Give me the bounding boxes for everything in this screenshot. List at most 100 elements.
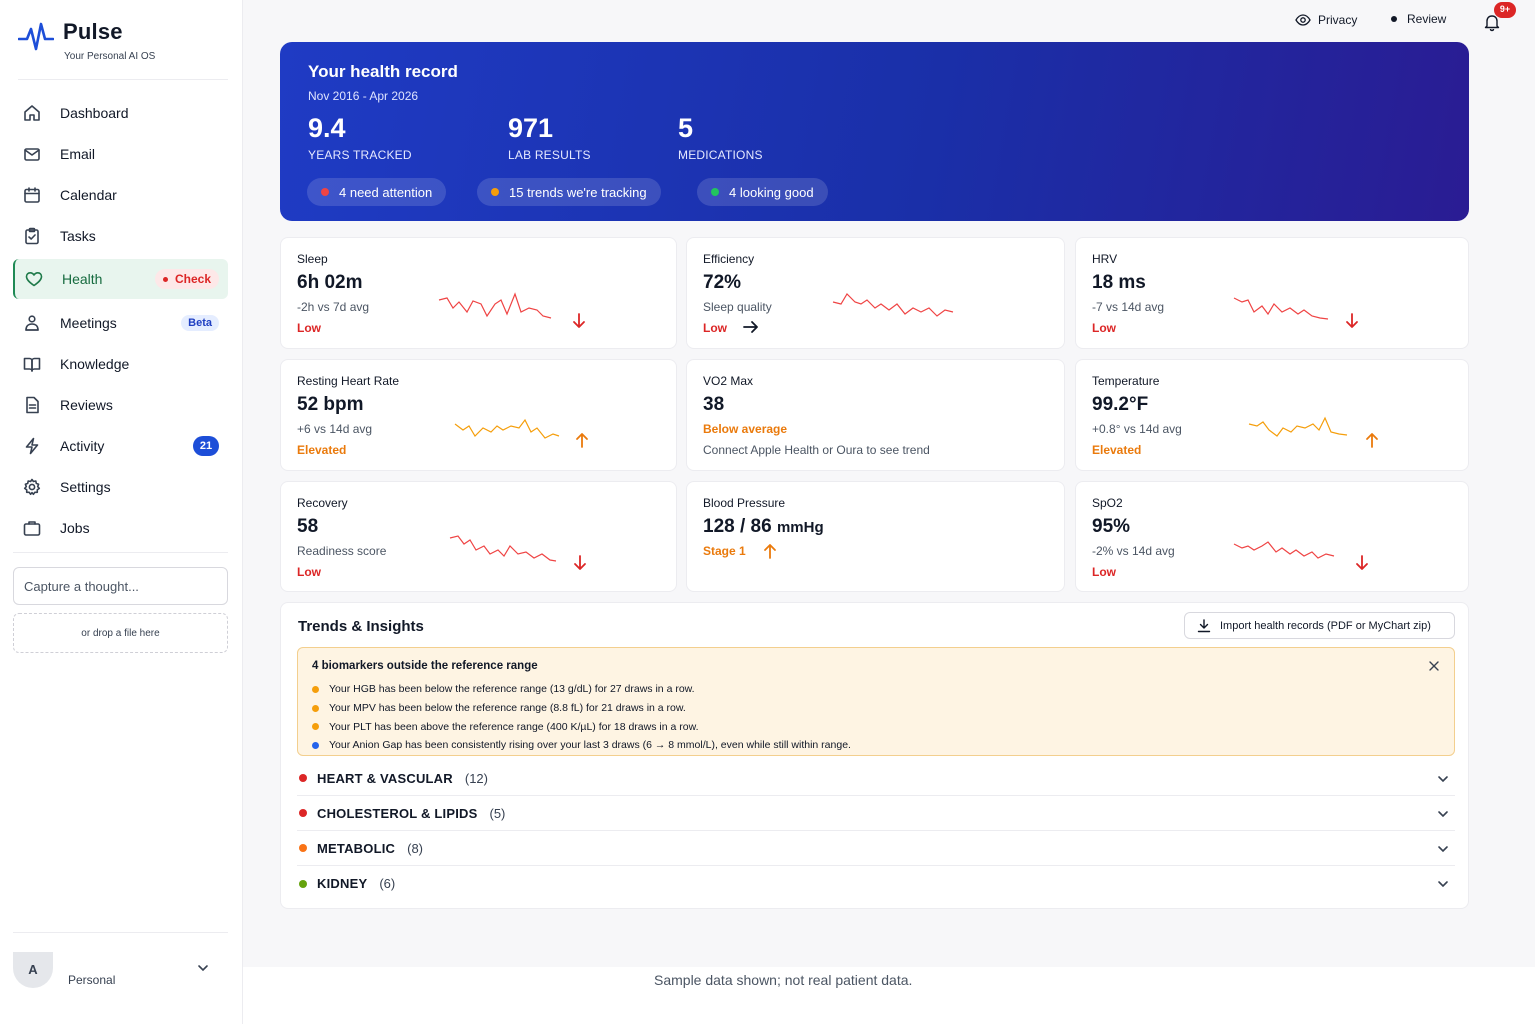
- chevron-down-icon[interactable]: [1437, 843, 1449, 855]
- metric-card-resting-heart-rate[interactable]: Resting Heart Rate 52 bpm +6 vs 14d avg …: [280, 359, 677, 471]
- sidebar-item-label: Tasks: [60, 227, 96, 244]
- sidebar-item-settings[interactable]: Settings: [13, 466, 228, 507]
- pill-trends-tracking[interactable]: 15 trends we're tracking: [477, 178, 661, 206]
- metric-card-temperature[interactable]: Temperature 99.2°F +0.8° vs 14d avg Elev…: [1075, 359, 1469, 471]
- import-label: Import health records (PDF or MyChart zi…: [1220, 619, 1431, 632]
- category-name: KIDNEY: [317, 876, 368, 891]
- alert-text: Your MPV has been below the reference ra…: [329, 702, 686, 715]
- list-item: Your HGB has been below the reference ra…: [312, 680, 851, 699]
- efficiency-sparkline: [832, 293, 954, 317]
- chevron-down-icon[interactable]: [1437, 808, 1449, 820]
- arrow-up-icon: [1366, 433, 1378, 448]
- sidebar-nav: Dashboard Email Calendar Tasks Health Ch…: [13, 92, 228, 548]
- metric-card-hrv[interactable]: HRV 18 ms -7 vs 14d avg Low: [1075, 237, 1469, 349]
- sidebar: Pulse Your Personal AI OS Dashboard Emai…: [0, 0, 243, 1024]
- avatar[interactable]: A: [13, 952, 53, 988]
- sidebar-item-label: Activity: [60, 437, 105, 454]
- temperature-sparkline: [1248, 416, 1348, 437]
- sidebar-item-label: Jobs: [60, 519, 90, 536]
- metric-status: Elevated: [297, 443, 347, 457]
- metric-status: Low: [1092, 565, 1116, 579]
- metric-title: Efficiency: [703, 252, 755, 266]
- arrow-up-icon: [576, 433, 588, 448]
- mail-icon: [23, 145, 41, 163]
- sidebar-item-jobs[interactable]: Jobs: [13, 507, 228, 548]
- alert-text: Your Anion Gap has been consistently ris…: [329, 739, 851, 752]
- connect-source-hint[interactable]: Connect Apple Health or Oura to see tren…: [703, 443, 930, 457]
- capture-thought-input[interactable]: Capture a thought...: [13, 567, 228, 605]
- import-health-records-button[interactable]: Import health records (PDF or MyChart zi…: [1184, 612, 1455, 639]
- sidebar-item-health[interactable]: Health Check: [13, 259, 228, 299]
- file-dropzone[interactable]: or drop a file here: [13, 613, 228, 653]
- metric-status: Low: [703, 321, 727, 335]
- alert-dot: [162, 276, 168, 282]
- metric-title: Resting Heart Rate: [297, 374, 400, 388]
- chevron-down-icon[interactable]: [1437, 878, 1449, 890]
- metric-value: 72%: [703, 272, 742, 293]
- review-button[interactable]: Review: [1391, 12, 1446, 26]
- stat-years-tracked: 9.4 YEARS TRACKED: [308, 113, 412, 162]
- sidebar-item-label: Settings: [60, 478, 111, 495]
- list-item: Your MPV has been below the reference ra…: [312, 699, 851, 718]
- metric-card-efficiency[interactable]: Efficiency 72% Sleep quality Low: [686, 237, 1065, 349]
- brand-name: Pulse: [63, 19, 123, 44]
- sidebar-item-label: Dashboard: [60, 104, 129, 121]
- brand[interactable]: Pulse Your Personal AI OS: [18, 18, 228, 80]
- metric-unit: mmHg: [776, 519, 824, 536]
- metric-title: Sleep: [297, 252, 328, 266]
- category-cholesterol-lipids[interactable]: CHOLESTEROL & LIPIDS (5): [297, 796, 1455, 831]
- sidebar-item-tasks[interactable]: Tasks: [13, 215, 228, 256]
- badge-label: Check: [174, 272, 211, 286]
- document-icon: [23, 396, 41, 414]
- arrow-right-icon: [743, 321, 758, 333]
- metric-card-blood-pressure[interactable]: Blood Pressure 128 / 86 mmHg Stage 1: [686, 481, 1065, 592]
- sidebar-item-reviews[interactable]: Reviews: [13, 384, 228, 425]
- privacy-button[interactable]: Privacy: [1295, 12, 1357, 28]
- spo2-sparkline: [1233, 541, 1335, 559]
- pill-label: 15 trends we're tracking: [509, 184, 647, 200]
- stat-value: 5: [678, 113, 694, 143]
- category-heart-vascular[interactable]: HEART & VASCULAR (12): [297, 761, 1455, 796]
- category-kidney[interactable]: KIDNEY (6): [297, 866, 1455, 901]
- briefcase-icon: [23, 519, 41, 537]
- metric-card-sleep[interactable]: Sleep 6h 02m -2h vs 7d avg Low: [280, 237, 677, 349]
- close-icon[interactable]: [1428, 660, 1440, 672]
- metric-card-vo2-max[interactable]: VO2 Max 38 Below average Connect Apple H…: [686, 359, 1065, 471]
- sidebar-item-email[interactable]: Email: [13, 133, 228, 174]
- chevron-down-icon[interactable]: [1437, 773, 1449, 785]
- stat-lab-results: 971 LAB RESULTS: [508, 113, 591, 162]
- bullet-dot: [312, 723, 319, 731]
- download-icon: [1197, 618, 1211, 632]
- metric-card-recovery[interactable]: Recovery 58 Readiness score Low: [280, 481, 677, 592]
- sidebar-item-label: Health: [62, 271, 103, 287]
- metric-status: Below average: [703, 422, 788, 436]
- workspace-label[interactable]: Personal: [68, 973, 115, 987]
- alert-list: Your HGB has been below the reference ra…: [312, 680, 851, 755]
- category-metabolic[interactable]: METABOLIC (8): [297, 831, 1455, 866]
- people-icon: [23, 314, 41, 332]
- health-record-summary: Your health record Nov 2016 - Apr 2026 9…: [280, 42, 1469, 221]
- stat-value: 9.4: [308, 113, 346, 143]
- sidebar-item-calendar[interactable]: Calendar: [13, 174, 228, 215]
- pill-looking-good[interactable]: 4 looking good: [697, 178, 828, 206]
- sidebar-item-meetings[interactable]: Meetings Beta: [13, 302, 228, 343]
- metric-status: Stage 1: [703, 544, 746, 558]
- review-label: Review: [1407, 12, 1447, 26]
- metric-comparison: -2% vs 14d avg: [1092, 544, 1175, 558]
- gear-icon: [23, 478, 41, 496]
- hero-date-range: Nov 2016 - Apr 2026: [308, 89, 419, 103]
- sidebar-item-dashboard[interactable]: Dashboard: [13, 92, 228, 133]
- status-dot: [491, 188, 499, 196]
- category-dot: [299, 879, 307, 888]
- sidebar-item-activity[interactable]: Activity 21: [13, 425, 228, 466]
- arrow-up-icon: [764, 544, 776, 559]
- bullet-dot: [312, 685, 319, 693]
- sidebar-item-knowledge[interactable]: Knowledge: [13, 343, 228, 384]
- sample-data-disclaimer: Sample data shown; not real patient data…: [654, 972, 913, 988]
- pill-need-attention[interactable]: 4 need attention: [307, 178, 447, 206]
- chevron-down-icon[interactable]: [197, 962, 209, 974]
- metric-value: 58: [297, 516, 319, 537]
- beta-badge: Beta: [181, 315, 219, 331]
- metric-card-spo2[interactable]: SpO2 95% -2% vs 14d avg Low: [1075, 481, 1469, 592]
- metric-value: 52 bpm: [297, 394, 364, 415]
